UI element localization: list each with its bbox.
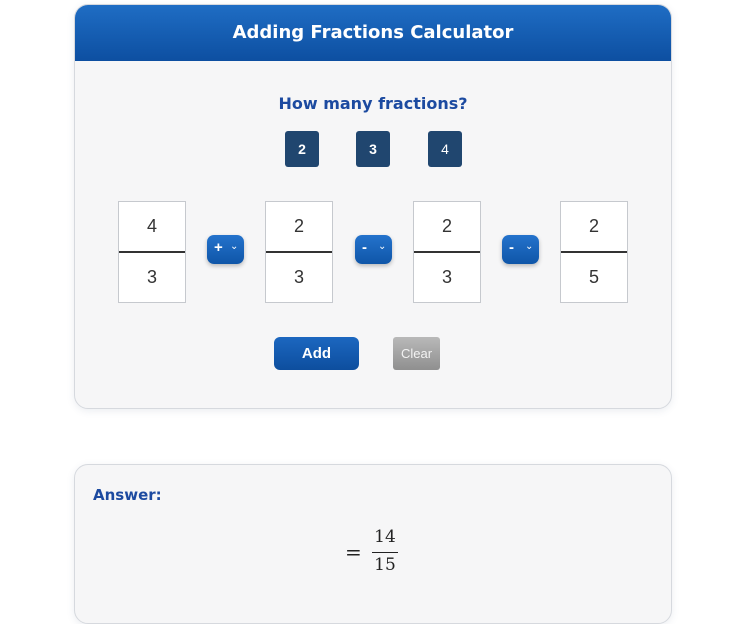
answer-label: Answer:	[93, 486, 162, 504]
fraction-3: 2 3	[413, 201, 481, 303]
count-4-button[interactable]: 4	[428, 131, 462, 167]
fraction-1-numerator-input[interactable]: 4	[119, 216, 185, 237]
fraction-3-denominator-input[interactable]: 3	[414, 267, 480, 288]
fraction-4-denominator-input[interactable]: 5	[561, 267, 627, 288]
answer-card: Answer: = 14 15	[74, 464, 672, 624]
fraction-1-denominator-input[interactable]: 3	[119, 267, 185, 288]
fraction-bar	[414, 251, 480, 253]
chevron-down-icon: ⌄	[378, 241, 387, 252]
fraction-4: 2 5	[560, 201, 628, 303]
add-button[interactable]: Add	[274, 337, 359, 370]
fraction-2: 2 3	[265, 201, 333, 303]
operator-3-select[interactable]: - ⌄	[502, 235, 539, 264]
answer-fraction-bar	[372, 552, 398, 553]
fraction-2-denominator-input[interactable]: 3	[266, 267, 332, 288]
calculator-card: Adding Fractions Calculator How many fra…	[74, 4, 672, 409]
fraction-count-prompt: How many fractions?	[278, 94, 468, 113]
fraction-bar	[119, 251, 185, 253]
calculator-title: Adding Fractions Calculator	[75, 5, 671, 61]
count-2-button[interactable]: 2	[285, 131, 319, 167]
fraction-bar	[561, 251, 627, 253]
chevron-down-icon: ⌄	[230, 241, 239, 252]
fraction-4-numerator-input[interactable]: 2	[561, 216, 627, 237]
fraction-3-numerator-input[interactable]: 2	[414, 216, 480, 237]
equals-sign: =	[345, 540, 362, 564]
operator-3-symbol: -	[509, 239, 514, 256]
answer-denominator: 15	[374, 555, 396, 575]
operator-1-symbol: +	[214, 239, 223, 256]
fraction-1: 4 3	[118, 201, 186, 303]
fraction-2-numerator-input[interactable]: 2	[266, 216, 332, 237]
count-3-button[interactable]: 3	[356, 131, 390, 167]
operator-2-select[interactable]: - ⌄	[355, 235, 392, 264]
clear-button[interactable]: Clear	[393, 337, 440, 370]
answer-numerator: 14	[374, 527, 396, 547]
chevron-down-icon: ⌄	[525, 241, 534, 252]
operator-2-symbol: -	[362, 239, 367, 256]
operator-1-select[interactable]: + ⌄	[207, 235, 244, 264]
answer-result: = 14 15	[345, 527, 405, 579]
fraction-bar	[266, 251, 332, 253]
